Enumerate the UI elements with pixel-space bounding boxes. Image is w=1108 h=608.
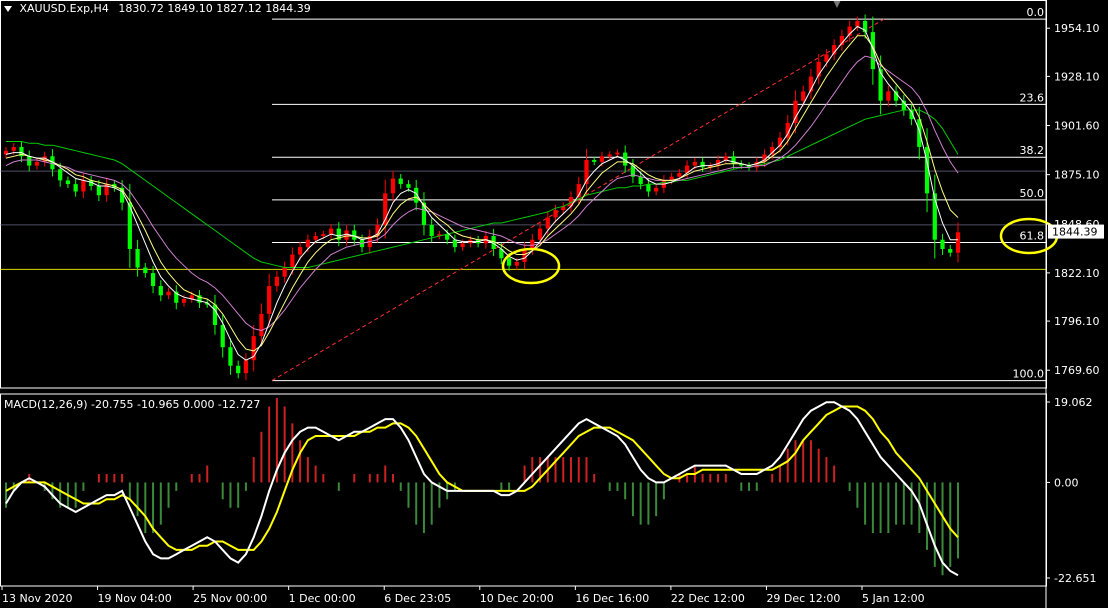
candle-body: [855, 20, 860, 27]
candle-body: [646, 184, 651, 192]
candle-body: [429, 224, 434, 236]
candle-body: [11, 147, 16, 151]
candle-body: [81, 180, 86, 192]
candle-body: [406, 184, 411, 188]
fib-level-label: 38.2: [1020, 144, 1045, 157]
candle-body: [522, 248, 527, 262]
candle-body: [65, 180, 71, 185]
candle-body: [654, 187, 659, 192]
candle-body: [537, 228, 543, 240]
candle-body: [212, 304, 218, 325]
fib-level-label: 100.0: [1013, 368, 1045, 381]
candle-body: [298, 247, 303, 255]
candle-body: [328, 228, 334, 235]
candle-body: [135, 248, 140, 268]
time-axis-label: 13 Nov 2020: [2, 592, 72, 605]
candle-body: [723, 156, 728, 160]
candle-body: [282, 267, 287, 277]
candle-body: [181, 299, 187, 303]
candle-body: [236, 365, 241, 374]
time-axis-label: 22 Dec 12:00: [671, 592, 745, 605]
candle-body: [615, 152, 620, 155]
time-axis-label: 6 Dec 23:05: [384, 592, 451, 605]
candle-body: [886, 91, 891, 101]
price-axis-label: 1901.60: [1054, 120, 1100, 133]
candle-body: [313, 236, 318, 240]
candle-body: [352, 230, 357, 240]
candle-body: [321, 234, 326, 236]
time-axis-label: 16 Dec 16:00: [575, 592, 649, 605]
candle-body: [305, 239, 310, 248]
time-axis-label: 10 Dec 20:00: [480, 592, 554, 605]
candle-body: [607, 154, 612, 157]
price-chart[interactable]: 0.0 23.6 38.2 50.0 61.8 100.0 1954.10 1928.10 1…: [0, 0, 1108, 608]
candle-body: [34, 161, 40, 166]
moving-average-mid: [5, 35, 959, 352]
candle-body: [259, 313, 264, 337]
candle-body: [452, 239, 458, 248]
candle-body: [514, 261, 519, 266]
price-axis-label: 1822.10: [1054, 267, 1100, 280]
candle-body: [290, 254, 295, 268]
price-axis-label: 1875.10: [1054, 169, 1100, 182]
time-axis-label: 19 Nov 04:00: [98, 592, 172, 605]
candle-body: [460, 243, 465, 248]
candle-body: [530, 239, 535, 249]
time-axis-label: 1 Dec 00:00: [289, 592, 356, 605]
highlight-ellipse: [501, 247, 561, 285]
time-axis-label: 25 Nov 00:00: [193, 592, 267, 605]
candle-body: [58, 169, 63, 181]
candle-body: [73, 184, 78, 192]
fib-level-label: 50.0: [1020, 187, 1045, 200]
candle-body: [553, 210, 558, 218]
candle-body: [545, 217, 550, 229]
candle-body: [506, 258, 512, 266]
candle-body: [274, 276, 280, 287]
candle-body: [878, 69, 883, 101]
candle-body: [143, 267, 148, 274]
moving-average-long: [6, 109, 959, 268]
fib-level-label: 23.6: [1020, 91, 1045, 104]
candle-body: [344, 230, 349, 240]
fib-level-label: 0.0: [1027, 6, 1045, 19]
candle-body: [599, 156, 605, 162]
moving-average-slow: [5, 55, 959, 332]
candle-body: [592, 160, 597, 162]
candle-body: [955, 232, 961, 253]
candle-body: [150, 273, 156, 287]
time-axis-label: 5 Jan 12:00: [862, 592, 925, 605]
candle-body: [158, 286, 163, 296]
price-pane-border: [0, 0, 1047, 389]
candle-body: [700, 161, 705, 168]
macd-scale-label: -22.651: [1054, 572, 1096, 585]
candle-body: [96, 185, 101, 196]
price-axis-label: 1954.10: [1054, 22, 1100, 35]
candle-body: [801, 91, 806, 101]
candle-body: [243, 360, 249, 374]
candle-body: [166, 291, 171, 296]
candle-body: [948, 248, 953, 253]
price-axis-label: 1796.10: [1054, 315, 1100, 328]
macd-scale-label: 0.00: [1054, 476, 1079, 489]
price-axis-label: 1928.10: [1054, 70, 1100, 83]
candle-body: [267, 286, 272, 314]
price-axis-label: 1769.60: [1054, 364, 1100, 377]
candle-body: [638, 176, 643, 185]
candle-body: [940, 239, 945, 249]
candle-body: [220, 324, 225, 348]
moving-average-fast: [5, 25, 958, 361]
time-axis-label: 29 Dec 12:00: [766, 592, 840, 605]
macd-signal-line: [5, 405, 959, 551]
candle-body: [398, 178, 403, 185]
macd-scale-label: 19.062: [1054, 396, 1093, 409]
candle-body: [27, 156, 32, 166]
candle-body: [692, 161, 697, 166]
fib-level-label: 61.8: [1020, 230, 1045, 243]
candle-body: [390, 178, 396, 194]
candle-body: [228, 347, 233, 366]
candle-body: [677, 172, 682, 177]
current-price-label: 1844.39: [1052, 226, 1098, 239]
